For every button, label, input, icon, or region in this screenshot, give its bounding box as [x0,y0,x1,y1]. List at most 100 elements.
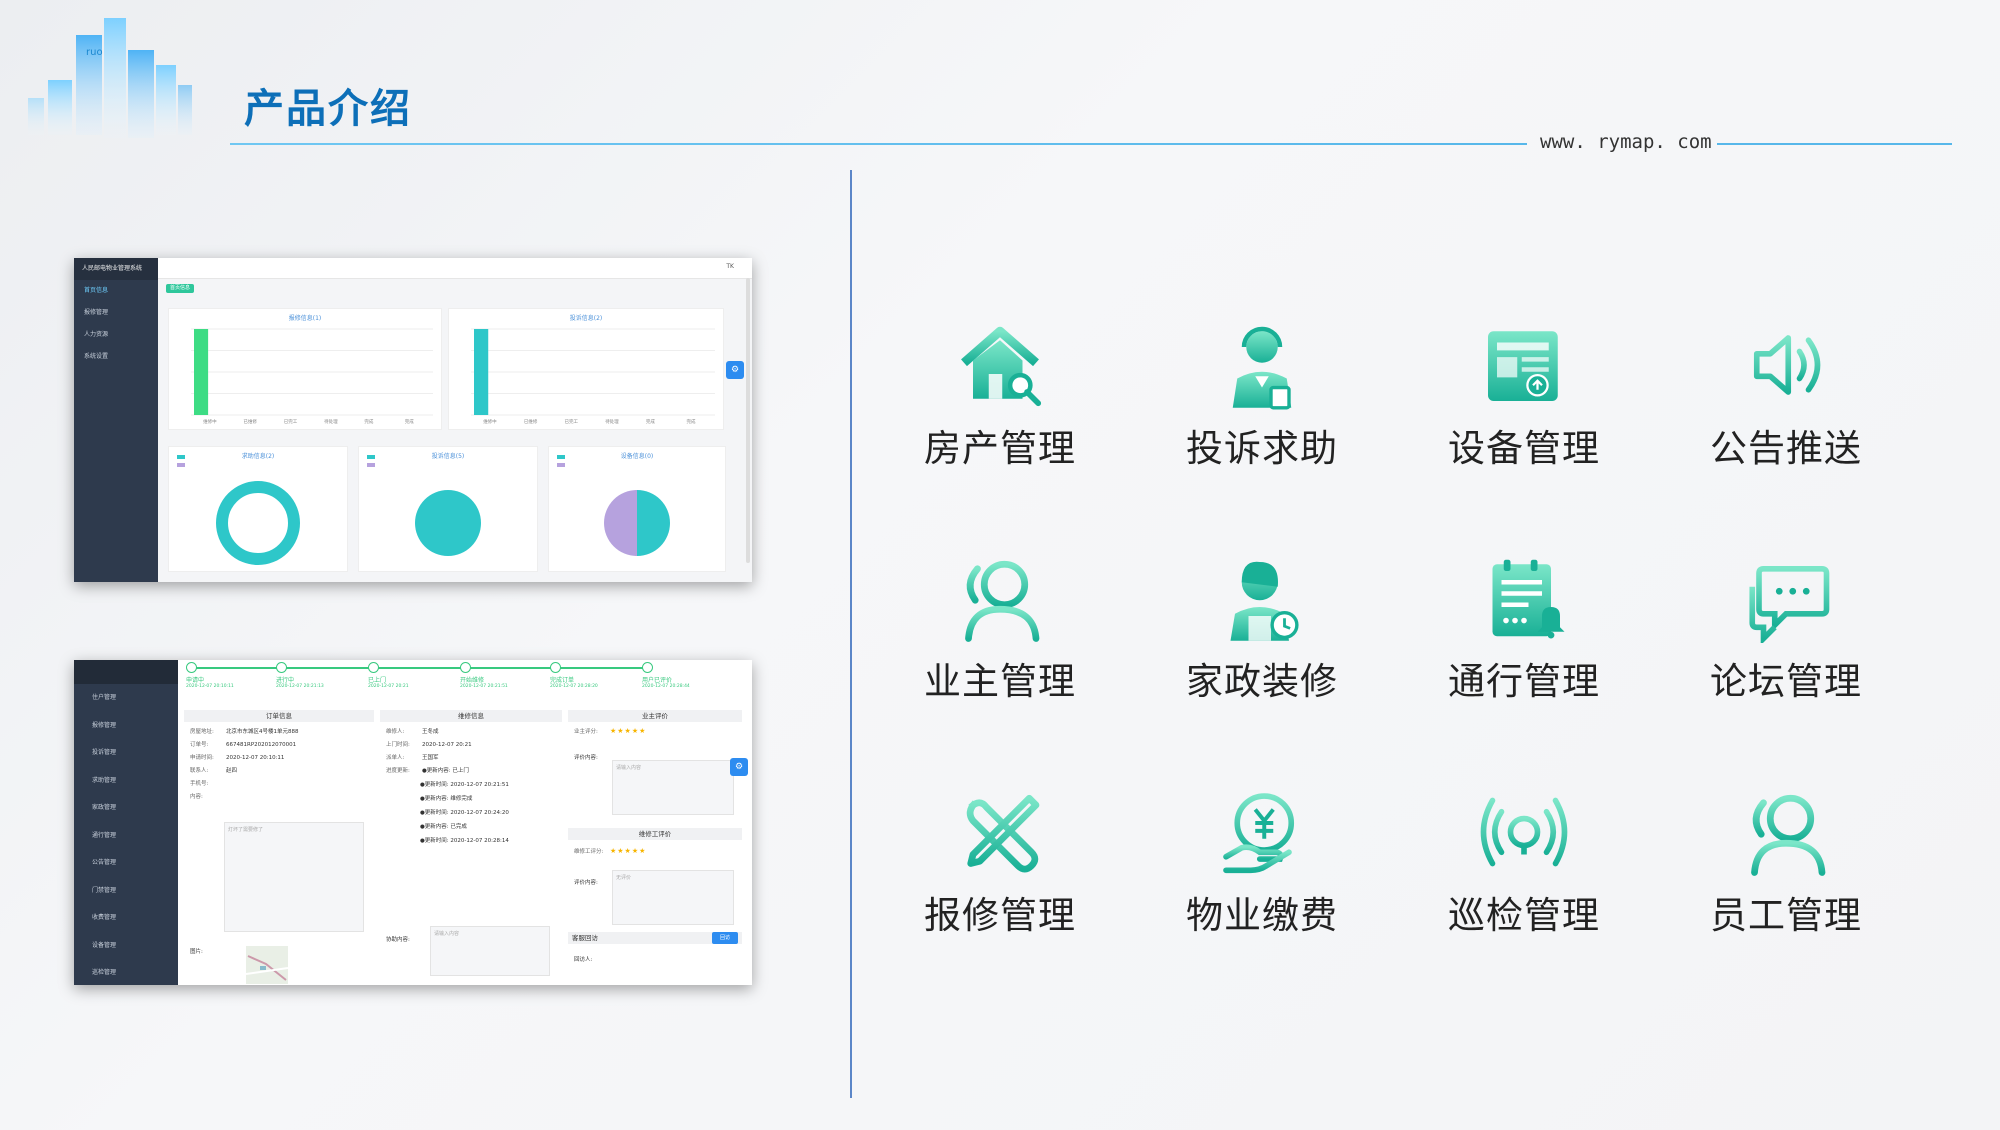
yuan-payment-icon [1223,793,1295,874]
feature-label: 房产管理 [924,427,1076,470]
order-content-box: 灯坏了需要修了 [224,822,364,932]
repair-info-row: 维修人: 王冬成 [386,727,556,735]
progress-step: 进行中 2020-12-07 20:21:13 [276,662,356,689]
feature-label: 业主管理 [924,660,1076,703]
progress-step: 已上门 2020-12-07 20:21 [368,662,448,689]
order-progress-steps: 申请中 2020-12-07 20:10:11 进行中 2020-12-07 20:2… [178,660,752,705]
repair-info-row: 上门时间: 2020-12-07 20:21 [386,740,556,748]
order-sidebar-item: 设备管理 [92,941,117,949]
order-info-row: 内容: [190,792,368,800]
pie-panel-3: 设备信息(0) [548,446,726,572]
housekeeper-icon [1230,561,1299,641]
worker-rating-label: 维修工评分: [574,849,604,855]
dashboard-scrollbar [746,278,750,563]
remark-input: 请输入内容 [430,926,550,976]
order-info-row-key: 订单号: [190,742,209,748]
feature-label: 报修管理 [924,894,1076,937]
remark-label: 协助内容: [386,937,410,943]
progress-update-row: ●更新时间: 2020-12-07 20:28:14 [420,838,509,844]
feature-label: 通行管理 [1448,660,1600,703]
order-info-column: 订单信息 房屋地址: 北京市东城区4号楼1单元888 订单号: 667481RP202… [184,710,374,985]
x-tick-label: 待处理 [605,418,619,425]
x-tick-label: 完成 [687,418,696,425]
sidebar-item-settings: 系统设置 [84,353,109,360]
order-info-row: 联系人: 赵四 [190,766,368,774]
bar-chart-2: 维修中 已维修 已完工 待处理 完成 完成 [471,328,715,425]
feature-label: 家政装修 [1186,660,1338,703]
repair-info-row-value: ●更新内容: 已上门 [422,768,469,774]
order-detail-screenshot: 住户管理 报修管理 投诉管理 求助管理 家政管理 通行管理 公告管理 门禁管理 收费管理 设备管理… [74,660,752,985]
sidebar-item-repair: 报修管理 [84,309,109,316]
pie-panel-1: 求助信息(2) [168,446,348,572]
order-info-row-key: 申请时间: [190,755,214,761]
chat-bubbles-icon [1749,565,1830,643]
owner-content-box: 请输入内容 [612,760,734,815]
order-sidebar: 住户管理 报修管理 投诉管理 求助管理 家政管理 通行管理 公告管理 门禁管理 收费管理 设备管理… [74,660,178,985]
repair-info-row: 派单人: 王国军 [386,753,556,761]
dashboard-screenshot: 人民邮电物业管理系统 首页信息 报修管理 人力资源 系统设置 TK 首页信息 报… [74,258,752,582]
order-info-row: 订单号: 667481RP202012070001 [190,740,368,748]
step-dot [276,662,287,673]
step-time: 2020-12-07 20:28:20 [550,684,598,689]
bar-chart-1: 维修中 已维修 已完工 待处理 完成 完成 [191,328,433,425]
order-sidebar-item: 求助管理 [92,776,117,784]
order-info-row-value: 667481RP202012070001 [226,742,297,748]
feature-wrench-screwdriver: 报修管理 [900,787,1100,939]
pie-title-3: 设备信息(0) [620,453,654,460]
worker-content-label: 评价内容: [574,880,598,886]
step-label: 进行中 [276,677,295,684]
feature-customer-service: 投诉求助 [1162,320,1362,472]
step-dot [186,662,197,673]
sidebar-item-home: 首页信息 [84,287,109,294]
order-info-row: 申请时间: 2020-12-07 20:10:11 [190,753,368,761]
worker-rating-row: 维修工评分: ★★★★★ [574,847,646,855]
dashboard-body: TK 首页信息 报修信息(1) 维修中 已维修 已完工 待处理 完成 完成 投诉信息(2)… [158,258,752,582]
dashboard-sidebar: 人民邮电物业管理系统 首页信息 报修管理 人力资源 系统设置 [74,258,158,582]
feature-label: 设备管理 [1448,427,1600,470]
progress-update-row: ●更新内容: 已完成 [420,824,467,830]
step-label: 已上门 [368,677,387,684]
order-sidebar-item: 收费管理 [92,914,117,921]
bar [474,329,489,415]
feature-house-search: 房产管理 [900,320,1100,472]
feature-label: 公告推送 [1710,427,1862,470]
order-info-row-value: 2020-12-07 20:10:11 [226,755,285,761]
owner-rating-row: 业主评分: ★★★★★ [574,727,736,735]
visitor-label: 回访人: [574,957,593,963]
progress-step: 完成订单 2020-12-07 20:28:20 [550,662,630,689]
pie-chart-3 [557,455,670,556]
order-info-row-key: 联系人: [190,768,209,774]
city-skyline-logo: ruo [28,18,192,138]
step-time: 2020-12-07 20:21 [368,684,409,689]
bar-chart-panel-2: 投诉信息(2) 维修中 已维修 已完工 待处理 完成 完成 [448,308,724,430]
repair-info-row-value: 王冬成 [422,729,439,735]
order-sidebar-item: 门禁管理 [92,886,117,894]
wrench-screwdriver-icon [966,794,1040,873]
x-tick-label: 完成 [364,418,373,425]
order-sidebar-item: 通行管理 [92,831,117,839]
progress-step: 开始维修 2020-12-07 20:21:51 [460,662,540,689]
step-dot [550,662,561,673]
signal-broadcast-icon [1480,797,1568,867]
x-tick-label: 已完工 [284,418,298,425]
order-info-row-value: 赵四 [226,768,238,774]
owner-user-icon [965,560,1040,642]
x-tick-label: 待处理 [324,418,338,425]
order-image-label: 图片: [190,949,203,955]
step-dot [460,662,471,673]
repair-info-row-key: 派单人: [386,755,405,761]
feature-owner-user: 业主管理 [900,553,1100,705]
order-sidebar-item: 住户管理 [92,694,117,701]
callback-button: 回访 [712,932,738,944]
feature-label: 投诉求助 [1186,427,1338,470]
owner-rating-stars: ★★★★★ [610,727,647,735]
bar-chart-title-1: 报修信息(1) [288,315,322,322]
vertical-divider [850,170,852,1098]
worker-rating-stars: ★★★★★ [610,847,647,855]
customer-service-icon [1232,326,1292,410]
step-label: 完成订单 [550,677,575,684]
feature-label: 巡检管理 [1448,894,1600,937]
repair-info-row-key: 进度更新: [386,768,410,774]
repair-info-row-value: 2020-12-07 20:21 [422,742,472,748]
step-time: 2020-12-07 20:21:13 [276,684,324,689]
